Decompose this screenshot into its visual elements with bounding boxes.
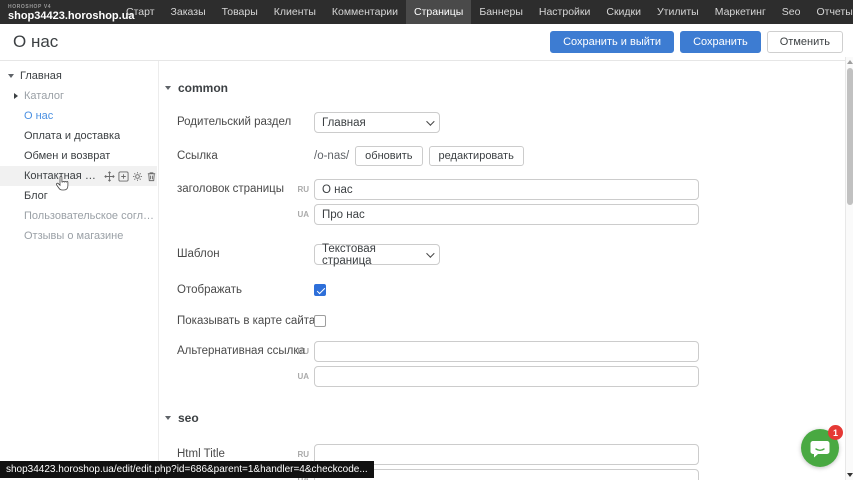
nav-item-orders[interactable]: Заказы (163, 0, 214, 24)
tree-item-home[interactable]: Главная (0, 66, 157, 86)
vertical-scrollbar[interactable] (845, 57, 853, 480)
section-common-header[interactable]: common (165, 81, 228, 95)
scrollbar-thumb[interactable] (847, 68, 853, 205)
nav-item-utilities[interactable]: Утилиты (649, 0, 707, 24)
alt-link-label: Альтернативная ссылка (177, 341, 305, 362)
link-refresh-button[interactable]: обновить (355, 146, 422, 166)
pages-tree-sidebar: Главная Каталог О нас Оплата и доставка … (0, 61, 157, 480)
link-edit-button[interactable]: редактировать (429, 146, 524, 166)
main-menu: Старт Заказы Товары Клиенты Комментарии … (118, 0, 853, 24)
sitemap-label: Показывать в карте сайта (177, 314, 315, 328)
template-select[interactable]: Текстовая страница (314, 244, 440, 265)
delete-trash-icon[interactable] (146, 171, 157, 182)
chevron-down-icon (426, 249, 434, 257)
page-title-ru-input[interactable] (314, 179, 699, 200)
tree-item-about[interactable]: О нас (0, 106, 157, 126)
chat-bubble-icon (809, 438, 831, 460)
support-chat-button[interactable]: 1 (801, 429, 839, 467)
save-button[interactable]: Сохранить (680, 31, 761, 53)
nav-item-start[interactable]: Старт (118, 0, 163, 24)
section-collapse-icon[interactable] (165, 416, 171, 420)
nav-item-products[interactable]: Товары (214, 0, 266, 24)
template-label: Шаблон (177, 244, 220, 265)
nav-item-banners[interactable]: Баннеры (471, 0, 531, 24)
chevron-down-icon (426, 117, 434, 125)
top-navigation: HOROSHOP V4 shop34423.horoshop.ua Старт … (0, 0, 853, 24)
section-seo-header[interactable]: seo (165, 411, 199, 425)
tree-item-contact-info[interactable]: Контактная инфор (0, 166, 157, 186)
link-label: Ссылка (177, 146, 218, 167)
logo-domain: shop34423.horoshop.ua (8, 11, 108, 22)
lang-badge-ua: UA (293, 366, 309, 387)
alt-link-ua-input[interactable] (314, 366, 699, 387)
nav-item-pages[interactable]: Страницы (406, 0, 471, 24)
page-header: О нас Сохранить и выйти Сохранить Отмени… (0, 24, 853, 61)
tree-item-user-agreement[interactable]: Пользовательское соглашение (0, 206, 157, 226)
tree-item-blog[interactable]: Блог (0, 186, 157, 206)
nav-item-settings[interactable]: Настройки (531, 0, 599, 24)
nav-item-comments[interactable]: Комментарии (324, 0, 406, 24)
page-title-label: заголовок страницы (177, 179, 284, 200)
scroll-down-arrow-icon[interactable] (847, 473, 853, 477)
collapse-caret-icon[interactable] (8, 74, 14, 78)
move-icon[interactable] (104, 171, 115, 182)
expand-caret-icon[interactable] (14, 93, 18, 99)
parent-section-label: Родительский раздел (177, 112, 291, 133)
display-checkbox[interactable] (314, 284, 326, 296)
tree-item-exchange-return[interactable]: Обмен и возврат (0, 146, 157, 166)
cancel-button[interactable]: Отменить (767, 31, 843, 53)
link-preview-statusbar: shop34423.horoshop.ua/edit/edit.php?id=6… (0, 461, 374, 478)
alt-link-ru-input[interactable] (314, 341, 699, 362)
nav-item-seo[interactable]: Seo (774, 0, 809, 24)
tree-item-store-reviews[interactable]: Отзывы о магазине (0, 226, 157, 246)
lang-badge-ru: RU (293, 179, 309, 200)
page-title: О нас (0, 32, 58, 52)
parent-section-select[interactable]: Главная (314, 112, 440, 133)
logo[interactable]: HOROSHOP V4 shop34423.horoshop.ua (0, 0, 118, 24)
link-path: /o-nas/ (314, 150, 349, 162)
logo-version: HOROSHOP V4 (8, 5, 108, 10)
tree-item-payment-delivery[interactable]: Оплата и доставка (0, 126, 157, 146)
lang-badge-ru: RU (293, 341, 309, 362)
display-label: Отображать (177, 283, 242, 297)
nav-item-reports[interactable]: Отчеты (808, 0, 853, 24)
tree-item-catalog[interactable]: Каталог (0, 86, 157, 106)
chat-notification-badge: 1 (828, 425, 843, 440)
nav-item-discounts[interactable]: Скидки (598, 0, 649, 24)
save-and-exit-button[interactable]: Сохранить и выйти (550, 31, 674, 53)
add-page-icon[interactable] (118, 171, 129, 182)
nav-item-marketing[interactable]: Маркетинг (707, 0, 774, 24)
scroll-up-arrow-icon[interactable] (847, 60, 853, 64)
section-collapse-icon[interactable] (165, 86, 171, 90)
nav-item-clients[interactable]: Клиенты (266, 0, 324, 24)
sitemap-checkbox[interactable] (314, 315, 326, 327)
page-edit-form: common Родительский раздел Главная Ссылк… (158, 61, 845, 480)
settings-gear-icon[interactable] (132, 171, 143, 182)
lang-badge-ua: UA (293, 204, 309, 225)
page-title-ua-input[interactable] (314, 204, 699, 225)
